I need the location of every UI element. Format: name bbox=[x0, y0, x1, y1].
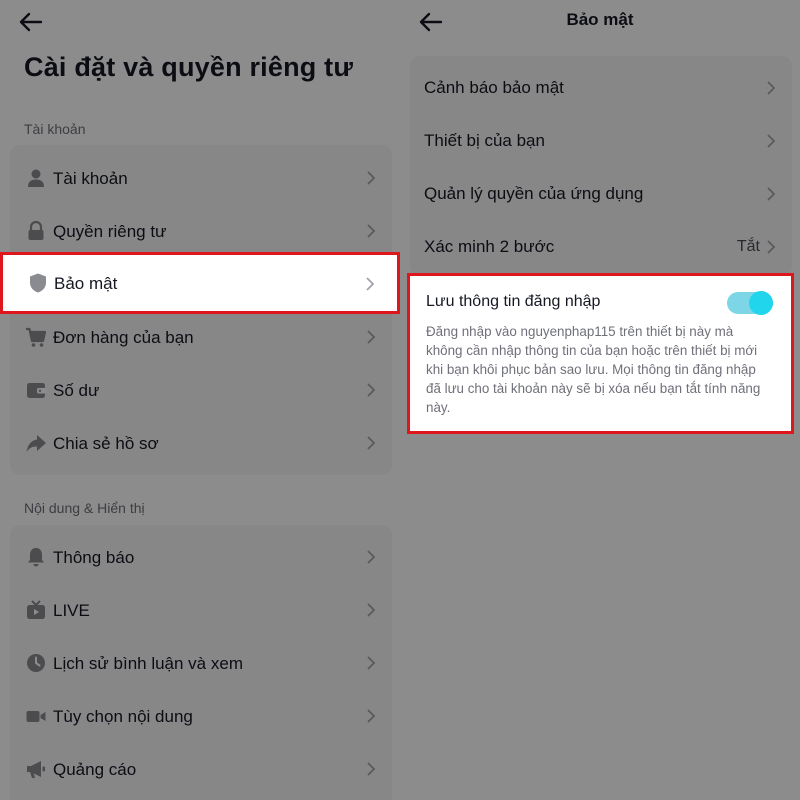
settings-item-security[interactable]: Bảo mật bbox=[0, 252, 400, 314]
save-login-toggle[interactable] bbox=[727, 291, 773, 315]
settings-item-orders[interactable]: Đơn hàng của bạn bbox=[10, 311, 392, 364]
chevron-right-icon bbox=[367, 762, 376, 776]
security-item-app-permissions[interactable]: Quản lý quyền của ứng dụng bbox=[424, 174, 784, 214]
back-button[interactable] bbox=[16, 8, 46, 36]
chevron-right-icon bbox=[367, 656, 376, 670]
dim-overlay bbox=[400, 273, 407, 434]
settings-item-live[interactable]: LIVE bbox=[10, 584, 392, 637]
toggle-knob bbox=[749, 291, 773, 315]
settings-item-label: Số dư bbox=[53, 380, 100, 400]
dim-overlay bbox=[400, 434, 800, 800]
chevron-right-icon bbox=[767, 187, 776, 201]
share-icon bbox=[26, 435, 46, 452]
live-tv-icon bbox=[27, 600, 45, 619]
chevron-right-icon bbox=[367, 603, 376, 617]
chevron-right-icon bbox=[367, 171, 376, 185]
lock-icon bbox=[28, 220, 44, 240]
chevron-right-icon bbox=[367, 224, 376, 238]
settings-item-label: Bảo mật bbox=[54, 274, 118, 293]
settings-item-label: Đơn hàng của bạn bbox=[53, 327, 194, 347]
chevron-right-icon bbox=[367, 436, 376, 450]
status-value: Tắt bbox=[736, 238, 760, 255]
security-item-2-step-verification[interactable]: Xác minh 2 bước Tắt bbox=[424, 227, 784, 267]
settings-item-label: LIVE bbox=[53, 600, 90, 620]
save-login-description: Đăng nhập vào nguyenphap115 trên thiết b… bbox=[426, 324, 761, 415]
person-icon bbox=[28, 169, 44, 187]
chevron-right-icon bbox=[767, 134, 776, 148]
section-label-content-display: Nội dung & Hiển thị bbox=[24, 500, 145, 516]
settings-item-notifications[interactable]: Thông báo bbox=[10, 531, 392, 584]
settings-item-content-preferences[interactable]: Tùy chọn nội dung bbox=[10, 690, 392, 743]
chevron-right-icon bbox=[767, 240, 776, 254]
save-login-info-section: Lưu thông tin đăng nhập Đăng nhập vào ng… bbox=[407, 273, 794, 434]
page-title: Cài đặt và quyền riêng tư bbox=[24, 52, 354, 82]
chevron-right-icon bbox=[367, 550, 376, 564]
megaphone-icon bbox=[27, 761, 45, 778]
settings-item-label: Quảng cáo bbox=[53, 759, 137, 779]
settings-item-label: Thông báo bbox=[53, 547, 135, 567]
page-title: Bảo mật bbox=[566, 10, 634, 29]
settings-item-history[interactable]: Lịch sử bình luận và xem bbox=[10, 637, 392, 690]
chevron-right-icon bbox=[767, 81, 776, 95]
dim-overlay bbox=[794, 273, 800, 434]
back-arrow-icon bbox=[19, 12, 43, 32]
settings-privacy-screen: Cài đặt và quyền riêng tư Tài khoản Tài … bbox=[0, 0, 400, 800]
settings-item-label: Lịch sử bình luận và xem bbox=[53, 653, 243, 673]
security-item-devices[interactable]: Thiết bị của bạn bbox=[424, 121, 784, 161]
chevron-right-icon bbox=[367, 709, 376, 723]
content-settings-card: Thông báo LIVE Lịch sử bình luận và xem bbox=[10, 525, 392, 800]
settings-item-balance[interactable]: Số dư bbox=[10, 364, 392, 417]
settings-item-share-profile[interactable]: Chia sẻ hồ sơ bbox=[10, 417, 392, 470]
security-item-label: Cảnh báo bảo mật bbox=[424, 78, 564, 97]
security-item-alerts[interactable]: Cảnh báo bảo mật bbox=[424, 68, 784, 108]
shield-icon bbox=[30, 273, 46, 293]
chevron-right-icon bbox=[367, 383, 376, 397]
wallet-icon bbox=[27, 383, 46, 398]
settings-item-ads[interactable]: Quảng cáo bbox=[10, 743, 392, 796]
cart-icon bbox=[26, 327, 47, 347]
settings-item-privacy[interactable]: Quyền riêng tư bbox=[10, 205, 392, 258]
section-label-account: Tài khoản bbox=[24, 121, 86, 137]
security-item-label: Quản lý quyền của ứng dụng bbox=[424, 184, 644, 203]
security-item-label: Thiết bị của bạn bbox=[424, 131, 545, 150]
settings-item-label: Tùy chọn nội dung bbox=[53, 706, 193, 726]
settings-item-label: Chia sẻ hồ sơ bbox=[53, 433, 159, 453]
save-login-title: Lưu thông tin đăng nhập bbox=[426, 293, 601, 310]
settings-item-label: Quyền riêng tư bbox=[53, 221, 167, 241]
video-camera-icon bbox=[26, 711, 46, 722]
security-item-label: Xác minh 2 bước bbox=[424, 237, 555, 256]
history-clock-icon bbox=[27, 654, 45, 672]
settings-item-account[interactable]: Tài khoản bbox=[10, 152, 392, 205]
settings-item-label: Tài khoản bbox=[53, 168, 128, 188]
chevron-right-icon bbox=[366, 277, 375, 291]
chevron-right-icon bbox=[367, 330, 376, 344]
bell-icon bbox=[28, 548, 44, 567]
